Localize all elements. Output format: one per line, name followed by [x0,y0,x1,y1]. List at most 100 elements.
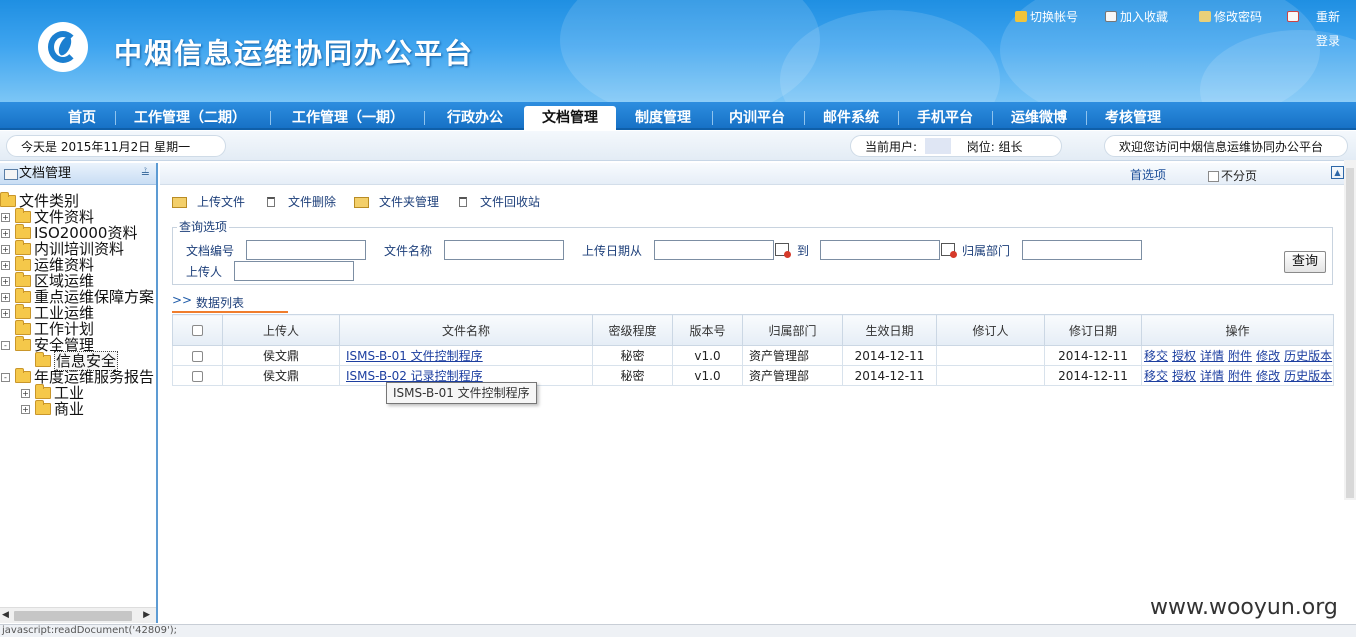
scroll-left-icon[interactable]: ◀ [2,610,9,620]
tree-item[interactable]: + 工业运维 [0,304,94,321]
nav-document-management[interactable]: 文档管理 [524,106,616,130]
scrollbar-thumb[interactable] [1346,168,1354,498]
tree-item[interactable]: + ISO20000资料 [0,224,137,241]
change-password-link[interactable]: 修改密码 [1198,8,1262,25]
main-scrollbar[interactable] [1344,160,1356,500]
nav-mail-system[interactable]: 邮件系统 [816,107,886,129]
expand-icon[interactable]: + [1,277,10,286]
nav-training-platform[interactable]: 内训平台 [722,107,792,129]
uploader-input[interactable] [234,261,354,281]
tree-item[interactable]: - 年度运维服务报告 [0,368,154,385]
column-header[interactable]: 文件名称 [339,314,593,346]
collapse-icon[interactable]: ≟ [141,163,150,185]
column-header[interactable]: 版本号 [672,314,743,346]
tree-root[interactable]: 文件类别 [0,192,79,209]
nav-home[interactable]: 首页 [60,107,104,129]
tree-item[interactable]: + 文件资料 [0,208,94,225]
expand-icon[interactable]: + [21,405,30,414]
switch-account-link[interactable]: 切换帐号 [1014,8,1078,25]
department-cell: 资产管理部 [742,345,843,366]
calendar-icon[interactable] [941,243,957,258]
folder-tree: 文件类别 + 文件资料 + ISO20000资料 + 内训培训资料 + 运维资料 + 区域… [0,185,156,605]
attachment-link[interactable]: 附件 [1228,369,1252,383]
file-link[interactable]: ISMS-B-01 文件控制程序 [346,349,483,363]
nav-work-phase2[interactable]: 工作管理（二期） [128,107,252,129]
date-to-label: 到 [797,244,810,258]
history-link[interactable]: 历史版本 [1284,349,1332,363]
favorite-icon [1104,11,1117,22]
nav-ops-weibo[interactable]: 运维微博 [1004,107,1074,129]
scrollbar-thumb[interactable] [14,611,132,621]
upload-file-button[interactable]: 上传文件 [172,193,245,210]
column-header[interactable]: 密级程度 [592,314,673,346]
tree-item[interactable]: + 内训培训资料 [0,240,124,257]
preferences-link[interactable]: 首选项 [1130,166,1166,183]
upload-date-to-input[interactable] [820,240,940,260]
edit-link[interactable]: 修改 [1256,369,1280,383]
select-all-checkbox[interactable] [192,325,203,336]
search-button[interactable]: 查询 [1284,251,1326,273]
expand-icon[interactable]: + [1,261,10,270]
checkbox[interactable] [1208,171,1219,182]
folder-management-button[interactable]: 文件夹管理 [354,193,439,210]
sidebar: 文档管理 ≟ 文件类别 + 文件资料 + ISO20000资料 + 内训培训资料 + 运… [0,163,158,623]
nav-separator [712,111,713,125]
collapse-node-icon[interactable]: - [1,373,10,382]
doc-number-input[interactable] [246,240,366,260]
details-link[interactable]: 详情 [1200,349,1224,363]
delete-file-button[interactable]: 文件删除 [264,193,336,210]
folder-icon [15,304,31,319]
authorize-link[interactable]: 授权 [1172,369,1196,383]
tree-item[interactable]: 工作计划 [0,320,94,337]
collapse-up-icon[interactable]: ▲ [1331,166,1344,179]
column-header[interactable]: 修订人 [936,314,1045,346]
add-favorite-link[interactable]: 加入收藏 [1104,8,1168,25]
recycle-bin-button[interactable]: 文件回收站 [456,193,540,210]
details-link[interactable]: 详情 [1200,369,1224,383]
tree-item-selected[interactable]: 信息安全 [0,351,119,371]
tree-item[interactable]: + 区域运维 [0,272,94,289]
nav-admin-office[interactable]: 行政办公 [440,107,510,129]
data-list-tab[interactable]: >> 数据列表 [172,291,288,313]
file-name-cell: ISMS-B-01 文件控制程序 [339,345,593,366]
attachment-link[interactable]: 附件 [1228,349,1252,363]
tree-item[interactable]: + 重点运维保障方案 [0,288,154,305]
tree-item[interactable]: + 工业 [0,384,84,401]
tree-item[interactable]: + 商业 [0,400,84,417]
row-checkbox[interactable] [192,370,203,382]
file-link[interactable]: ISMS-B-02 记录控制程序 [346,369,483,383]
collapse-node-icon[interactable]: - [1,341,10,350]
upload-date-from-input[interactable] [654,240,774,260]
relogin-link[interactable]: 重新 [1286,8,1340,25]
nav-mobile-platform[interactable]: 手机平台 [910,107,980,129]
row-checkbox[interactable] [192,350,203,362]
file-name-input[interactable] [444,240,564,260]
scroll-right-icon[interactable]: ▶ [143,610,150,620]
nav-policy-management[interactable]: 制度管理 [628,107,698,129]
expand-icon[interactable]: + [1,229,10,238]
expand-icon[interactable]: + [1,245,10,254]
edit-link[interactable]: 修改 [1256,349,1280,363]
authorize-link[interactable]: 授权 [1172,349,1196,363]
department-cell: 资产管理部 [742,365,843,386]
transfer-link[interactable]: 移交 [1144,369,1168,383]
pen-icon [1198,11,1211,22]
expand-icon[interactable]: + [1,309,10,318]
column-header[interactable]: 修订日期 [1044,314,1142,346]
relogin-link-line2[interactable]: 登录 [1316,32,1340,49]
transfer-link[interactable]: 移交 [1144,349,1168,363]
column-header[interactable]: 生效日期 [842,314,937,346]
column-header[interactable]: 归属部门 [742,314,843,346]
column-header[interactable]: 上传人 [222,314,340,346]
nav-work-phase1[interactable]: 工作管理（一期） [286,107,410,129]
sidebar-scrollbar[interactable]: ◀ ▶ [0,607,156,623]
department-input[interactable] [1022,240,1142,260]
calendar-icon[interactable] [775,243,791,258]
expand-icon[interactable]: + [1,293,10,302]
expand-icon[interactable]: + [21,389,30,398]
history-link[interactable]: 历史版本 [1284,369,1332,383]
nav-assessment[interactable]: 考核管理 [1098,107,1168,129]
no-paging-checkbox[interactable]: 不分页 [1208,167,1257,184]
expand-icon[interactable]: + [1,213,10,222]
tree-item[interactable]: + 运维资料 [0,256,94,273]
